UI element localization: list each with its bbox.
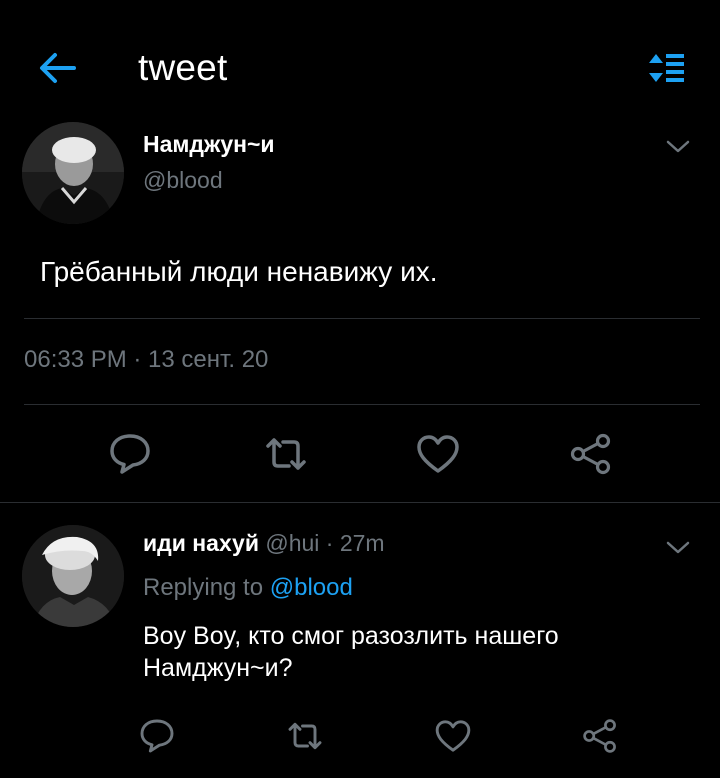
- main-avatar[interactable]: [22, 122, 124, 224]
- divider: [24, 318, 700, 319]
- reply-retweet-button[interactable]: [285, 716, 325, 756]
- chevron-down-icon: [666, 140, 690, 153]
- back-button[interactable]: [34, 44, 82, 92]
- reply-text-line: Намджун~и?: [143, 654, 293, 682]
- tweet-menu-button[interactable]: [664, 134, 692, 158]
- top-bar: tweet: [0, 0, 720, 135]
- profile-photo: [22, 122, 124, 224]
- divider: [24, 404, 700, 405]
- like-button[interactable]: [414, 430, 462, 478]
- reply-handle-time[interactable]: @hui · 27m: [259, 530, 384, 556]
- reply-text: Boy Boy, кто смог разозлить нашего Намдж…: [143, 620, 683, 684]
- retweet-icon: [288, 722, 322, 750]
- reply-avatar[interactable]: [22, 525, 124, 627]
- tweet-timestamp: 06:33 PM · 13 сент. 20: [24, 346, 269, 373]
- reply-share-button[interactable]: [580, 716, 620, 756]
- sort-list-icon: [649, 54, 684, 82]
- replying-to: Replying to @blood: [143, 573, 353, 603]
- profile-photo: [22, 525, 124, 627]
- retweet-button[interactable]: [262, 430, 310, 478]
- sort-button[interactable]: [644, 48, 692, 88]
- reply-icon: [140, 719, 174, 753]
- share-icon: [570, 433, 611, 475]
- reply-text-line: Boy Boy, кто смог разозлить нашего: [143, 622, 559, 650]
- divider: [0, 502, 720, 503]
- like-icon: [417, 435, 459, 473]
- chevron-down-icon: [666, 541, 690, 554]
- replying-prefix: Replying to: [143, 574, 270, 601]
- like-icon: [435, 720, 471, 752]
- retweet-icon: [266, 438, 306, 470]
- reply-author-name[interactable]: иди нахуй: [143, 530, 259, 556]
- tweet-text: Грёбанный люди ненавижу их.: [40, 256, 438, 287]
- reply-menu-button[interactable]: [664, 535, 692, 559]
- reply-reply-button[interactable]: [137, 716, 177, 756]
- share-button[interactable]: [567, 430, 615, 478]
- reply-header: иди нахуй @hui · 27m: [143, 528, 385, 558]
- reply-button[interactable]: [106, 430, 154, 478]
- author-handle[interactable]: @blood: [143, 166, 223, 194]
- share-icon: [583, 719, 616, 753]
- author-name[interactable]: Намджун~и: [143, 130, 275, 158]
- page-title: tweet: [138, 47, 228, 88]
- reply-icon: [110, 434, 150, 474]
- replying-mention-link[interactable]: @blood: [270, 574, 353, 601]
- arrow-left-icon: [40, 53, 76, 83]
- reply-like-button[interactable]: [433, 716, 473, 756]
